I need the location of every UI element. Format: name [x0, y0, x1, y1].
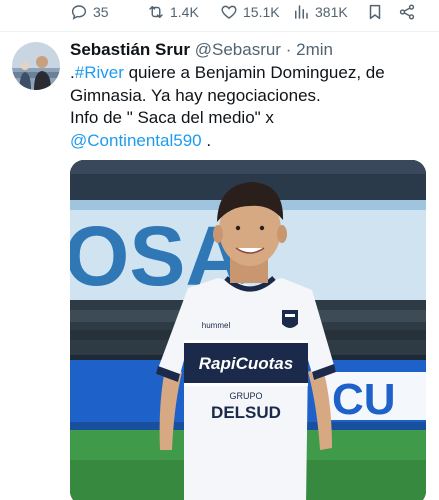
- shirt-brand-text: hummel: [202, 321, 231, 330]
- text-line2: Info de " Saca del medio" x: [70, 108, 274, 127]
- retweet-icon: [147, 3, 165, 21]
- reply-count: 35: [93, 4, 109, 20]
- ad-board-text: CU: [332, 375, 396, 424]
- retweet-button[interactable]: 1.4K: [147, 0, 199, 24]
- tweet-header: Sebastián Srur @Sebasrur · 2min: [70, 38, 333, 62]
- bookmark-icon: [366, 3, 384, 21]
- shirt-sponsor2-line2: DELSUD: [211, 403, 281, 422]
- divider: [0, 31, 439, 32]
- tweet-text: .#River quiere a Benjamin Dominguez, de …: [70, 62, 432, 152]
- avatar[interactable]: [12, 42, 60, 90]
- tweet-photo[interactable]: OSA CU RapiCuotas GRUPO DELSUD hummel: [70, 160, 426, 500]
- share-icon: [398, 3, 416, 21]
- heart-icon: [220, 3, 238, 21]
- shirt-sponsor-text: RapiCuotas: [199, 354, 293, 373]
- tweet-time[interactable]: 2min: [296, 40, 333, 59]
- retweet-count: 1.4K: [170, 4, 199, 20]
- hashtag-link[interactable]: #River: [75, 63, 124, 82]
- share-button[interactable]: [398, 0, 416, 24]
- tweet-action-bar: 35 1.4K 15.1K 381K: [0, 0, 439, 28]
- separator-dot: ·: [285, 40, 292, 59]
- like-button[interactable]: 15.1K: [220, 0, 280, 24]
- shirt-sponsor2-line1: GRUPO: [229, 391, 262, 401]
- reply-button[interactable]: 35: [70, 0, 109, 24]
- reply-icon: [70, 3, 88, 21]
- text-end: .: [201, 130, 212, 150]
- mention-link[interactable]: @Continental590: [70, 131, 202, 150]
- author-handle[interactable]: @Sebasrur: [195, 40, 281, 59]
- like-count: 15.1K: [243, 4, 280, 20]
- views-button[interactable]: 381K: [292, 0, 348, 24]
- author-name[interactable]: Sebastián Srur: [70, 40, 190, 59]
- bookmark-button[interactable]: [366, 0, 384, 24]
- view-count: 381K: [315, 4, 348, 20]
- bar-chart-icon: [292, 3, 310, 21]
